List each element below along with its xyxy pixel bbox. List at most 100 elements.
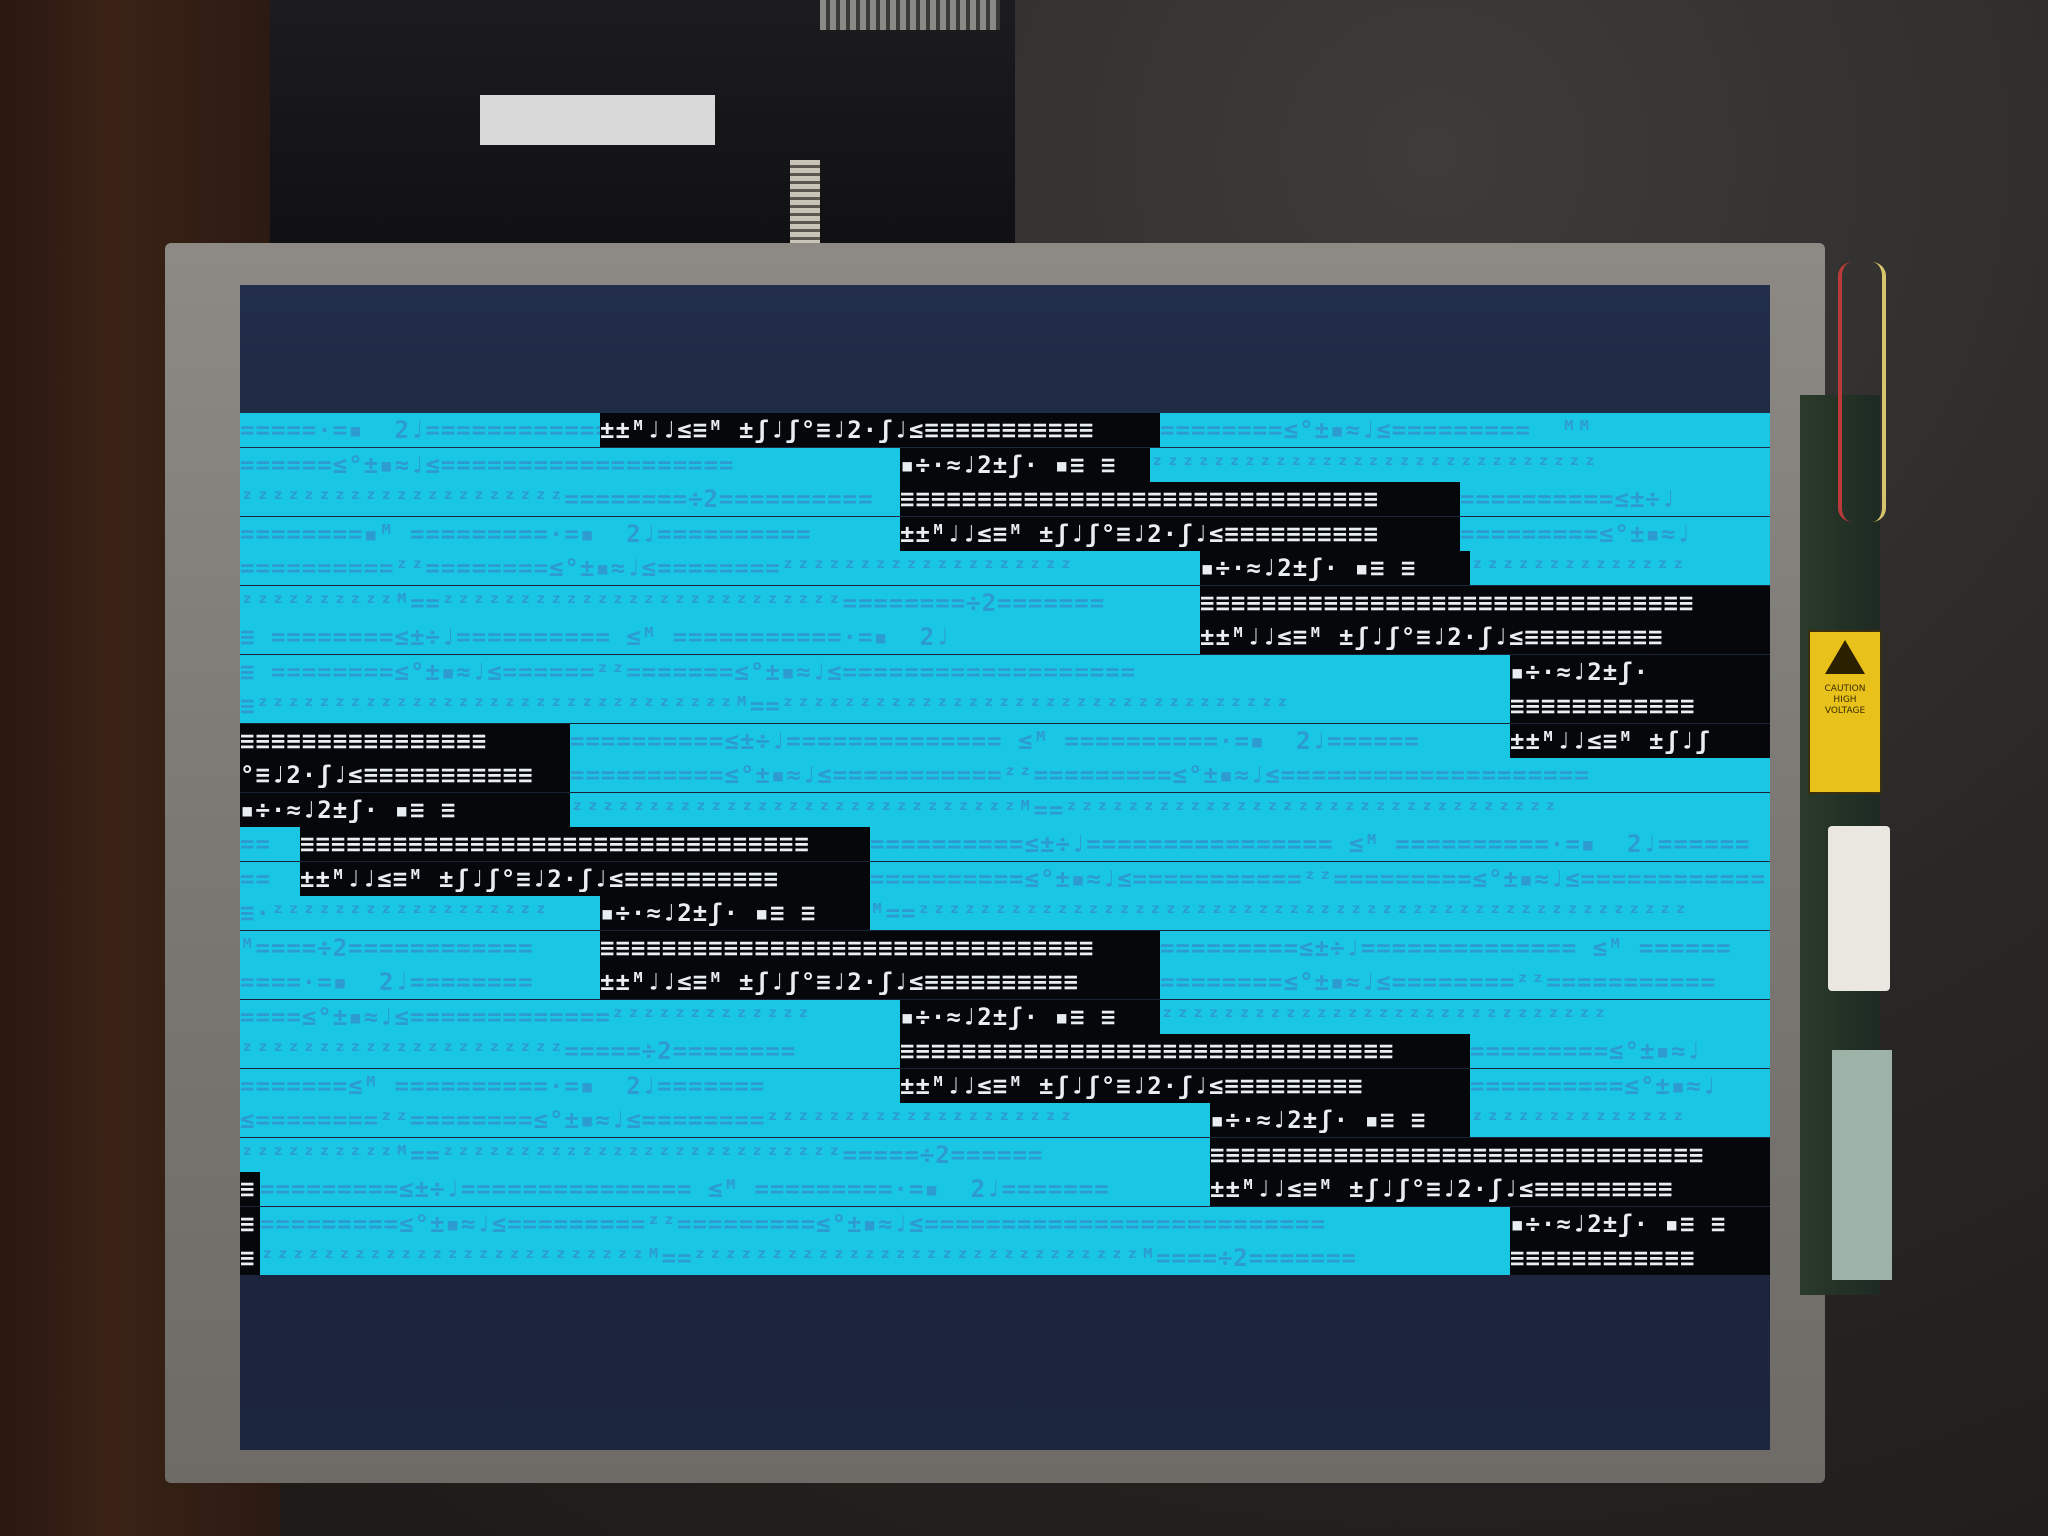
cyan-segment: ᴹ====÷2============	[240, 930, 600, 965]
black-segment: ▪÷·≈♩2±ʃ· ▪≡ ≡	[600, 896, 870, 930]
black-segment: ±±ᴹ♩♩≤≡ᴹ ±ʃ♩ʃ°≡♩2·ʃ♩≤≡≡≡≡≡≡≡≡≡≡	[300, 861, 870, 896]
black-segment: ±±ᴹ♩♩≤≡ᴹ ±ʃ♩ʃ°≡♩2·ʃ♩≤≡≡≡≡≡≡≡≡≡≡	[900, 516, 1460, 551]
garbage-row: ≤========ᶻᶻ========≤°±▪≈♩≤========ᶻᶻᶻᶻᶻᶻ…	[240, 1103, 1770, 1137]
ribbon-connector	[820, 0, 1000, 30]
circuit-board-label	[480, 95, 715, 145]
black-segment: ≡≡≡≡≡≡≡≡≡≡≡≡≡≡≡≡≡≡≡≡≡≡≡≡≡≡≡≡≡≡≡≡	[900, 1034, 1470, 1068]
cyan-segment: ========≤°±▪≈♩≤========= ᴹᴹ	[1160, 413, 1770, 447]
garbage-row: ᴹ====÷2============ ≡≡≡≡≡≡≡≡≡≡≡≡≡≡≡≡≡≡≡≡≡…	[240, 930, 1770, 965]
cyan-segment: ᶻᶻᶻᶻᶻᶻᶻᶻᶻᶻᶻᶻᶻᶻᶻᶻᶻᶻᶻᶻᶻ=====÷2========	[240, 1034, 900, 1068]
black-segment: ≡≡≡≡≡≡≡≡≡≡≡≡≡≡≡≡≡≡≡≡≡≡≡≡≡≡≡≡≡≡≡≡	[1210, 1137, 1770, 1172]
garbage-row: == ±±ᴹ♩♩≤≡ᴹ ±ʃ♩ʃ°≡♩2·ʃ♩≤≡≡≡≡≡≡≡≡≡≡ =======…	[240, 861, 1770, 896]
black-segment: ≡	[240, 1241, 260, 1275]
cyan-segment: ᶻᶻᶻᶻᶻᶻᶻᶻᶻᶻᶻᶻᶻᶻ	[1470, 551, 1770, 585]
lcd-screen: =====·=▪ 2♩==================±±ᴹ♩♩≤≡ᴹ ±ʃ…	[240, 285, 1770, 1450]
garbage-row: == ≡≡≡≡≡≡≡≡≡≡≡≡≡≡≡≡≡≡≡≡≡≡≡≡≡≡≡≡≡≡≡≡≡ =====…	[240, 827, 1770, 861]
high-voltage-warning-label: CAUTION HIGH VOLTAGE	[1808, 630, 1882, 794]
black-segment: ±±ᴹ♩♩≤≡ᴹ ±ʃ♩ʃ°≡♩2·ʃ♩≤≡≡≡≡≡≡≡≡≡≡	[600, 965, 1160, 999]
cyan-segment: ᶻᶻᶻᶻᶻᶻᶻᶻᶻᶻᶻᶻᶻᶻᶻᶻᶻᶻᶻᶻᶻᶻᶻᶻᶻᶻᶻᶻᶻᴹ==ᶻᶻᶻᶻᶻᶻᶻᶻ…	[570, 792, 1770, 827]
warning-line-3: VOLTAGE	[1824, 706, 1866, 716]
cyan-segment: ====·=▪ 2♩========	[240, 965, 600, 999]
cyan-segment: ==========≤±÷♩============== ≤ᴹ ========…	[570, 723, 1510, 758]
cyan-segment: ᶻᶻᶻᶻᶻᶻᶻᶻᶻᶻᶻᶻᶻᶻᶻᶻᶻᶻᶻᶻᶻᶻᶻᶻᶻᶻᶻᶻᶻ	[1150, 447, 1770, 482]
cyan-segment: ᶻᶻᶻᶻᶻᶻᶻᶻᶻᶻᶻᶻᶻᶻ	[1470, 1103, 1770, 1137]
cyan-segment: ᶻᶻᶻᶻᶻᶻᶻᶻᶻᶻᶻᶻᶻᶻᶻᶻᶻᶻᶻᶻᶻᶻᶻᶻᶻᶻᶻᶻᶻ	[1160, 999, 1770, 1034]
black-segment: ≡	[240, 1172, 260, 1206]
cyan-segment: ᶻᶻᶻᶻᶻᶻᶻᶻᶻᶻᴹ==ᶻᶻᶻᶻᶻᶻᶻᶻᶻᶻᶻᶻᶻᶻᶻᶻᶻᶻᶻᶻᶻᶻᶻᶻᶻᶻ=…	[240, 1137, 1210, 1172]
black-segment: ≡≡≡≡≡≡≡≡≡≡≡≡≡≡≡≡≡≡≡≡≡≡≡≡≡≡≡≡≡≡≡≡≡	[300, 827, 870, 861]
garbage-row: ≡·ᶻᶻᶻᶻᶻᶻᶻᶻᶻᶻᶻᶻᶻᶻᶻᶻᶻᶻ ▪÷·≈♩2±ʃ· ▪≡ ≡ ᴹ==ᶻᶻᶻ…	[240, 896, 1770, 930]
black-segment: ±±ᴹ♩♩≤≡ᴹ ±ʃ♩ʃ	[1510, 723, 1770, 758]
black-segment: °≡♩2·ʃ♩≤≡≡≡≡≡≡≡≡≡≡≡	[240, 758, 570, 792]
inverter-sticker	[1832, 1050, 1892, 1280]
board-connector	[790, 160, 820, 245]
black-segment: ▪÷·≈♩2±ʃ· ▪≡ ≡	[240, 792, 570, 827]
garbage-row: ᶻᶻᶻᶻᶻᶻᶻᶻᶻᶻᶻᶻᶻᶻᶻᶻᶻᶻᶻᶻᶻ========÷2=========…	[240, 482, 1770, 516]
cyan-segment: ≡ ========≤±÷♩========== ≤ᴹ ===========·…	[240, 620, 1200, 654]
cyan-segment: =========≤°±▪≈♩	[1470, 1034, 1770, 1068]
cyan-segment: ==	[240, 861, 300, 896]
cyan-segment: =========≤±÷♩=============== ≤ᴹ ========…	[260, 1172, 1210, 1206]
black-segment: ▪÷·≈♩2±ʃ· ▪≡ ≡	[1200, 551, 1470, 585]
cyan-segment: ====≤°±▪≈♩≤=============ᶻᶻᶻᶻᶻᶻᶻᶻᶻᶻᶻᶻᶻ	[240, 999, 900, 1034]
cyan-segment: ≤========ᶻᶻ========≤°±▪≈♩≤========ᶻᶻᶻᶻᶻᶻ…	[240, 1103, 1210, 1137]
garbage-row: ▪÷·≈♩2±ʃ· ▪≡ ≡ ᶻᶻᶻᶻᶻᶻᶻᶻᶻᶻᶻᶻᶻᶻᶻᶻᶻᶻᶻᶻᶻᶻᶻᶻᶻᶻ…	[240, 792, 1770, 827]
serial-sticker	[1828, 826, 1890, 991]
garbage-row: ====·=▪ 2♩======== ±±ᴹ♩♩≤≡ᴹ ±ʃ♩ʃ°≡♩2·ʃ♩≤≡…	[240, 965, 1770, 999]
cyan-segment: ᴹ==ᶻᶻᶻᶻᶻᶻᶻᶻᶻᶻᶻᶻᶻᶻᶻᶻᶻᶻᶻᶻᶻᶻᶻᶻᶻᶻᶻᶻᶻᶻᶻᶻᶻᶻᶻᶻᶻ…	[870, 896, 1770, 930]
cyan-segment: ≡·ᶻᶻᶻᶻᶻᶻᶻᶻᶻᶻᶻᶻᶻᶻᶻᶻᶻᶻ	[240, 896, 600, 930]
black-segment: ≡	[240, 1206, 260, 1241]
garbage-row: =====·=▪ 2♩==================±±ᴹ♩♩≤≡ᴹ ±ʃ…	[240, 413, 1770, 447]
cyan-segment: ==========≤°±▪≈♩≤===========ᶻᶻ=========≤…	[570, 758, 1770, 792]
black-segment: ±±ᴹ♩♩≤≡ᴹ ±ʃ♩ʃ°≡♩2·ʃ♩≤≡≡≡≡≡≡≡≡≡	[1200, 620, 1770, 654]
cyan-segment: ᶻᶻᶻᶻᶻᶻᶻᶻᶻᶻᶻᶻᶻᶻᶻᶻᶻᶻᶻᶻᶻᶻᶻᶻᶻᴹ==ᶻᶻᶻᶻᶻᶻᶻᶻᶻᶻᶻᶻ…	[260, 1241, 1510, 1275]
cyan-segment: ==========≤±÷♩================ ≤ᴹ ======…	[870, 827, 1770, 861]
black-segment: ±±ᴹ♩♩≤≡ᴹ ±ʃ♩ʃ°≡♩2·ʃ♩≤≡≡≡≡≡≡≡≡≡	[1210, 1172, 1770, 1206]
garbage-row: ≡ ========≤±÷♩========== ≤ᴹ ===========·…	[240, 620, 1770, 654]
cyan-segment: ==========≤°±▪≈♩≤===========ᶻᶻ=========≤…	[870, 861, 1770, 896]
garbage-row: ========▪ᴹ =========·=▪ 2♩========== ±±ᴹ♩…	[240, 516, 1770, 551]
black-segment: ≡≡≡≡≡≡≡≡≡≡≡≡	[1510, 689, 1770, 723]
garbage-row: ==========ᶻᶻ========≤°±▪≈♩≤========ᶻᶻᶻᶻᶻ…	[240, 551, 1770, 585]
garbage-row: ≡ ᶻᶻᶻᶻᶻᶻᶻᶻᶻᶻᶻᶻᶻᶻᶻᶻᶻᶻᶻᶻᶻᶻᶻᶻᶻᴹ==ᶻᶻᶻᶻᶻᶻᶻᶻᶻᶻᶻ…	[240, 1241, 1770, 1275]
cyan-segment: =======≤ᴹ ==========·=▪ 2♩=======	[240, 1068, 900, 1103]
garbage-row: °≡♩2·ʃ♩≤≡≡≡≡≡≡≡≡≡≡≡ ==========≤°±▪≈♩≤====…	[240, 758, 1770, 792]
high-voltage-icon	[1825, 640, 1865, 674]
black-segment: ▪÷·≈♩2±ʃ· ▪≡ ≡	[1510, 1206, 1770, 1241]
warning-line-2: HIGH	[1833, 695, 1857, 705]
cyan-segment: ᶻᶻᶻᶻᶻᶻᶻᶻᶻᶻᴹ==ᶻᶻᶻᶻᶻᶻᶻᶻᶻᶻᶻᶻᶻᶻᶻᶻᶻᶻᶻᶻᶻᶻᶻᶻᶻᶻ=…	[240, 585, 1200, 620]
cyan-segment: ========▪ᴹ =========·=▪ 2♩==========	[240, 516, 900, 551]
cyan-segment: =====·=▪ 2♩==================	[240, 413, 600, 447]
garbage-row: ᶻᶻᶻᶻᶻᶻᶻᶻᶻᶻᶻᶻᶻᶻᶻᶻᶻᶻᶻᶻᶻ=====÷2======== ≡≡≡≡…	[240, 1034, 1770, 1068]
black-segment: ±±ᴹ♩♩≤≡ᴹ ±ʃ♩ʃ°≡♩2·ʃ♩≤≡≡≡≡≡≡≡≡≡	[900, 1068, 1470, 1103]
black-segment: ▪÷·≈♩2±ʃ·	[1510, 654, 1770, 689]
garbage-row: ≡≡≡≡≡≡≡≡≡≡≡≡≡≡≡≡ ==========≤±÷♩==========…	[240, 723, 1770, 758]
cyan-segment: =========≤°±▪≈♩≤=========ᶻᶻ=========≤°±▪…	[260, 1206, 1510, 1241]
garbage-row: ᶻᶻᶻᶻᶻᶻᶻᶻᶻᶻᴹ==ᶻᶻᶻᶻᶻᶻᶻᶻᶻᶻᶻᶻᶻᶻᶻᶻᶻᶻᶻᶻᶻᶻᶻᶻᶻᶻ=…	[240, 1137, 1770, 1172]
cyan-segment: =========≤°±▪≈♩	[1460, 516, 1770, 551]
black-segment: ≡≡≡≡≡≡≡≡≡≡≡≡≡≡≡≡≡≡≡≡≡≡≡≡≡≡≡≡≡≡≡	[900, 482, 1460, 516]
cyan-segment: ======≤°±▪≈♩≤===================	[240, 447, 900, 482]
cyan-segment: ==========ᶻᶻ========≤°±▪≈♩≤========ᶻᶻᶻᶻᶻ…	[240, 551, 1200, 585]
garbage-row: ≡ =========≤°±▪≈♩≤=========ᶻᶻ=========≤°±…	[240, 1206, 1770, 1241]
cyan-segment: ========≤°±▪≈♩≤========ᶻᶻ===========	[1160, 965, 1770, 999]
black-segment: ±±ᴹ♩♩≤≡ᴹ ±ʃ♩ʃ°≡♩2·ʃ♩≤≡≡≡≡≡≡≡≡≡≡≡	[600, 413, 1160, 447]
black-segment: ▪÷·≈♩2±ʃ· ▪≡ ≡	[900, 999, 1160, 1034]
cyan-segment: ≡ ========≤°±▪≈♩≤======ᶻᶻ=======≤°±▪≈♩≤=…	[240, 654, 1510, 689]
garbage-row: ≡ᶻᶻᶻᶻᶻᶻᶻᶻᶻᶻᶻᶻᶻᶻᶻᶻᶻᶻᶻᶻᶻᶻᶻᶻᶻᶻᶻᶻᶻᶻᶻᴹ==ᶻᶻᶻᶻᶻ…	[240, 689, 1770, 723]
garbage-row: ====≤°±▪≈♩≤=============ᶻᶻᶻᶻᶻᶻᶻᶻᶻᶻᶻᶻᶻ ▪÷·…	[240, 999, 1770, 1034]
black-segment: ≡≡≡≡≡≡≡≡≡≡≡≡≡≡≡≡≡≡≡≡≡≡≡≡≡≡≡≡≡≡≡≡	[1200, 585, 1770, 620]
warning-text: CAUTION HIGH VOLTAGE	[1810, 684, 1880, 717]
cyan-segment: ≡ᶻᶻᶻᶻᶻᶻᶻᶻᶻᶻᶻᶻᶻᶻᶻᶻᶻᶻᶻᶻᶻᶻᶻᶻᶻᶻᶻᶻᶻᶻᶻᴹ==ᶻᶻᶻᶻᶻ…	[240, 689, 1510, 723]
black-segment: ≡≡≡≡≡≡≡≡≡≡≡≡	[1510, 1241, 1770, 1275]
garbage-row: =======≤ᴹ ==========·=▪ 2♩======= ±±ᴹ♩♩≤≡…	[240, 1068, 1770, 1103]
cyan-segment: =========≤±÷♩============== ≤ᴹ ======	[1160, 930, 1770, 965]
garbage-row: ≡ ========≤°±▪≈♩≤======ᶻᶻ=======≤°±▪≈♩≤=…	[240, 654, 1770, 689]
warning-line-1: CAUTION	[1824, 684, 1866, 694]
black-segment: ▪÷·≈♩2±ʃ· ▪≡ ≡	[900, 447, 1150, 482]
black-segment: ≡≡≡≡≡≡≡≡≡≡≡≡≡≡≡≡≡≡≡≡≡≡≡≡≡≡≡≡≡≡≡≡	[600, 930, 1160, 965]
power-wires	[1838, 262, 1886, 522]
garbage-row: ======≤°±▪≈♩≤=================== ▪÷·≈♩2±ʃ…	[240, 447, 1770, 482]
garbage-row: ≡ =========≤±÷♩=============== ≤ᴹ =======…	[240, 1172, 1770, 1206]
cyan-segment: ==========≤±÷♩	[1460, 482, 1770, 516]
